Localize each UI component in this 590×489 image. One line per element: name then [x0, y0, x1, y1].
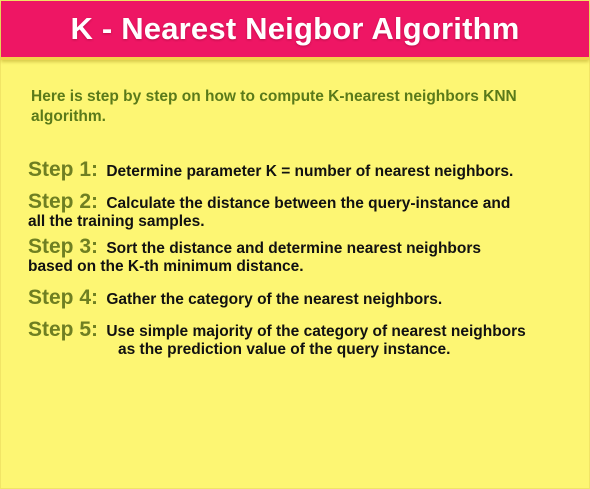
header-banner: K - Nearest Neigbor Algorithm — [1, 1, 589, 60]
step-2-label: Step 2: — [28, 190, 99, 213]
step-3-text-line2: based on the K-th minimum distance. — [28, 258, 304, 275]
step-5-label: Step 5: — [28, 318, 99, 341]
step-2-text-line1: Calculate the distance between the query… — [106, 195, 511, 212]
step-1-label: Step 1: — [28, 158, 99, 181]
step-5-text-line2: as the prediction value of the query ins… — [118, 341, 451, 358]
step-1: Step 1: Determine parameter K = number o… — [28, 158, 576, 181]
step-5: Step 5: Use simple majority of the categ… — [28, 318, 576, 359]
step-3-label: Step 3: — [28, 235, 99, 258]
page-title: K - Nearest Neigbor Algorithm — [70, 11, 520, 46]
step-4-text: Gather the category of the nearest neigh… — [106, 291, 443, 308]
intro-text: Here is step by step on how to compute K… — [31, 88, 517, 125]
step-2: Step 2: Calculate the distance between t… — [28, 190, 576, 231]
step-4-label: Step 4: — [28, 286, 99, 309]
step-2-text-line2: all the training samples. — [28, 213, 205, 230]
knn-card: K - Nearest Neigbor Algorithm Here is st… — [0, 0, 590, 489]
step-5-text-line1: Use simple majority of the category of n… — [106, 323, 526, 340]
step-3-text-line1: Sort the distance and determine nearest … — [106, 240, 481, 257]
step-4: Step 4: Gather the category of the neare… — [28, 286, 576, 309]
step-1-text: Determine parameter K = number of neares… — [106, 163, 514, 180]
step-3: Step 3: Sort the distance and determine … — [28, 235, 576, 276]
